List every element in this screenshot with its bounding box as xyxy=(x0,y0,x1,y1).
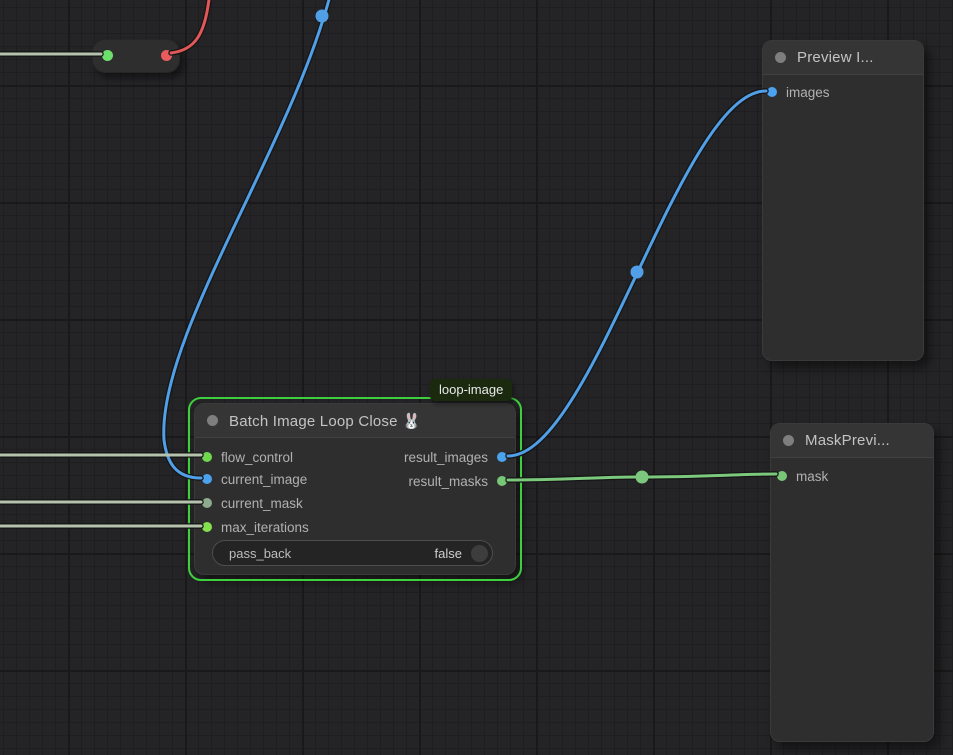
collapse-dot-icon[interactable] xyxy=(783,435,794,446)
collapsed-node[interactable] xyxy=(92,39,180,73)
collapse-dot-icon[interactable] xyxy=(207,415,218,426)
mask-port-dot[interactable] xyxy=(777,471,787,481)
node-title: Batch Image Loop Close 🐰 xyxy=(229,412,421,430)
node-header: Preview I... xyxy=(763,41,923,75)
port-label: mask xyxy=(796,469,828,484)
collapsed-output-port-dot[interactable] xyxy=(161,50,172,61)
batch-image-loop-close-node[interactable]: Batch Image Loop Close 🐰 flow_control cu… xyxy=(194,403,516,575)
output-port-result-images[interactable]: result_images xyxy=(404,447,507,467)
node-title: Preview I... xyxy=(797,49,874,66)
collapsed-input-port-dot[interactable] xyxy=(102,50,113,61)
toggle-knob-icon[interactable] xyxy=(471,545,488,562)
current-image-port-dot[interactable] xyxy=(202,474,212,484)
widget-label: pass_back xyxy=(229,546,291,561)
result-images-port-dot[interactable] xyxy=(497,452,507,462)
images-port-dot[interactable] xyxy=(767,87,777,97)
wire-result-masks-to-mask-preview xyxy=(508,474,776,480)
link-midpoint-dot[interactable] xyxy=(316,10,329,23)
output-port-result-masks[interactable]: result_masks xyxy=(408,471,507,491)
port-label: max_iterations xyxy=(221,520,309,535)
result-masks-port-dot[interactable] xyxy=(497,476,507,486)
link-midpoint-dot[interactable] xyxy=(636,471,649,484)
mask-preview-node[interactable]: MaskPrevi... mask xyxy=(770,423,934,742)
wire-underlay xyxy=(508,474,776,480)
input-port-current-image[interactable]: current_image xyxy=(202,469,307,489)
current-mask-port-dot[interactable] xyxy=(202,498,212,508)
port-label: images xyxy=(786,85,830,100)
node-graph-canvas[interactable]: loop-image Batch Image Loop Close 🐰 flow… xyxy=(0,0,953,755)
port-label: flow_control xyxy=(221,450,293,465)
port-label: result_images xyxy=(404,450,488,465)
flow-control-port-dot[interactable] xyxy=(202,452,212,462)
input-port-current-mask[interactable]: current_mask xyxy=(202,493,303,513)
pass-back-toggle[interactable]: pass_back false xyxy=(212,540,493,566)
input-port-images[interactable]: images xyxy=(767,82,830,102)
wire-result-images-to-preview xyxy=(508,91,766,456)
port-label: current_mask xyxy=(221,496,303,511)
node-header: Batch Image Loop Close 🐰 xyxy=(195,404,515,438)
collapse-dot-icon[interactable] xyxy=(775,52,786,63)
link-badge: loop-image xyxy=(430,379,512,401)
link-midpoint-dot[interactable] xyxy=(631,266,644,279)
node-header: MaskPrevi... xyxy=(771,424,933,458)
max-iterations-port-dot[interactable] xyxy=(202,522,212,532)
preview-image-node[interactable]: Preview I... images xyxy=(762,40,924,361)
input-port-mask[interactable]: mask xyxy=(777,466,828,486)
widget-value: false xyxy=(435,546,462,561)
node-title: MaskPrevi... xyxy=(805,432,890,449)
wire-underlay xyxy=(508,91,766,456)
port-label: result_masks xyxy=(408,474,488,489)
input-port-flow-control[interactable]: flow_control xyxy=(202,447,293,467)
port-label: current_image xyxy=(221,472,307,487)
input-port-max-iterations[interactable]: max_iterations xyxy=(202,517,309,537)
